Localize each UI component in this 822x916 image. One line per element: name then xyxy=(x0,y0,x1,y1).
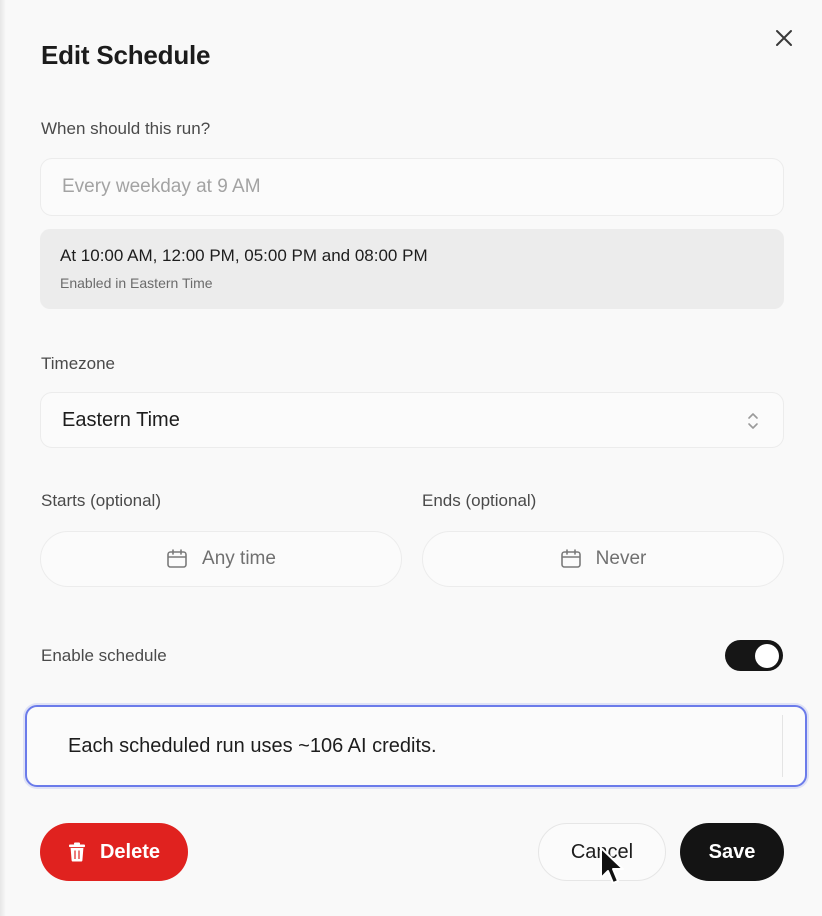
save-button[interactable]: Save xyxy=(680,823,784,881)
edit-schedule-dialog: Edit Schedule When should this run? Ever… xyxy=(0,0,822,916)
schedule-label: When should this run? xyxy=(41,119,211,138)
timezone-label: Timezone xyxy=(41,354,116,373)
delete-button-label: Delete xyxy=(99,840,161,863)
credits-notice: Each scheduled run uses ~106 AI credits. xyxy=(25,705,807,787)
toggle-knob xyxy=(755,643,779,668)
ends-date-value: Never xyxy=(595,548,647,569)
dialog-title: Edit Schedule xyxy=(41,40,211,70)
cancel-button[interactable]: Cancel xyxy=(538,823,666,881)
enable-schedule-label: Enable schedule xyxy=(41,646,167,665)
close-button[interactable] xyxy=(770,24,798,52)
delete-button[interactable]: Delete xyxy=(40,823,188,881)
enable-schedule-toggle[interactable] xyxy=(725,640,783,671)
trash-icon xyxy=(68,842,85,862)
save-button-label: Save xyxy=(708,840,756,863)
notice-divider xyxy=(782,715,783,777)
starts-label: Starts (optional) xyxy=(41,491,161,510)
ends-label: Ends (optional) xyxy=(422,491,537,510)
schedule-preview-times: At 10:00 AM, 12:00 PM, 05:00 PM and 08:0… xyxy=(60,246,428,265)
schedule-preview-status: Enabled in Eastern Time xyxy=(60,275,213,291)
starts-date-button[interactable]: Any time xyxy=(40,531,402,587)
schedule-input[interactable]: Every weekday at 9 AM xyxy=(40,158,784,216)
schedule-input-placeholder: Every weekday at 9 AM xyxy=(62,176,261,197)
close-icon xyxy=(776,30,792,46)
schedule-preview: At 10:00 AM, 12:00 PM, 05:00 PM and 08:0… xyxy=(40,229,784,309)
ends-date-button[interactable]: Never xyxy=(422,531,784,587)
calendar-icon xyxy=(560,549,581,568)
starts-date-value: Any time xyxy=(202,548,276,569)
timezone-selected-value: Eastern Time xyxy=(62,408,180,431)
chevron-up-down-icon xyxy=(748,413,758,429)
credits-notice-text: Each scheduled run uses ~106 AI credits. xyxy=(68,734,437,757)
timezone-select[interactable]: Eastern Time xyxy=(40,392,784,448)
calendar-icon xyxy=(167,549,187,568)
cancel-button-label: Cancel xyxy=(570,840,634,863)
